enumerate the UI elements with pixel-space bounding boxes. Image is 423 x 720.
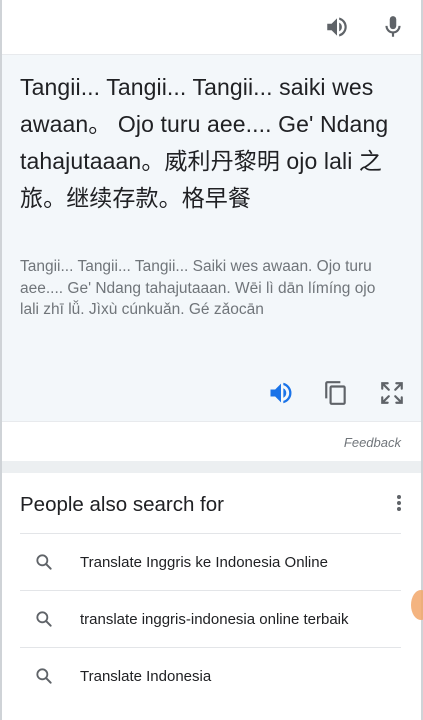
search-icon <box>36 611 52 627</box>
fullscreen-icon[interactable] <box>376 377 408 409</box>
feedback-link[interactable]: Feedback <box>344 435 401 450</box>
related-search-item[interactable]: Translate Indonesia <box>20 647 401 704</box>
related-search-item[interactable]: translate inggris-indonesia online terba… <box>20 590 401 647</box>
listen-translation-icon[interactable] <box>265 377 297 409</box>
related-search-item[interactable]: Translate Inggris ke Indonesia Online <box>20 533 401 590</box>
section-title: People also search for <box>20 493 224 516</box>
people-also-search-section: People also search for Translate Inggris… <box>2 473 421 720</box>
search-icon <box>36 554 52 570</box>
search-icon <box>36 668 52 684</box>
romanized-text: Tangii... Tangii... Tangii... Saiki wes … <box>20 258 376 318</box>
copy-icon[interactable] <box>320 377 352 409</box>
microphone-icon[interactable] <box>378 12 408 42</box>
more-options-icon[interactable] <box>387 491 411 515</box>
related-search-label: Translate Indonesia <box>80 667 212 685</box>
related-search-label: translate inggris-indonesia online terba… <box>80 610 349 628</box>
related-search-label: Translate Inggris ke Indonesia Online <box>80 553 328 571</box>
related-search-list: Translate Inggris ke Indonesia Online tr… <box>20 533 401 704</box>
volume-up-icon[interactable] <box>322 12 352 42</box>
translation-output-card: Tangii... Tangii... Tangii... saiki wes … <box>2 55 421 421</box>
source-input-area[interactable] <box>2 0 421 55</box>
translated-text: Tangii... Tangii... Tangii... saiki wes … <box>20 74 389 211</box>
feedback-row: Feedback <box>2 421 421 462</box>
section-divider <box>2 461 421 473</box>
